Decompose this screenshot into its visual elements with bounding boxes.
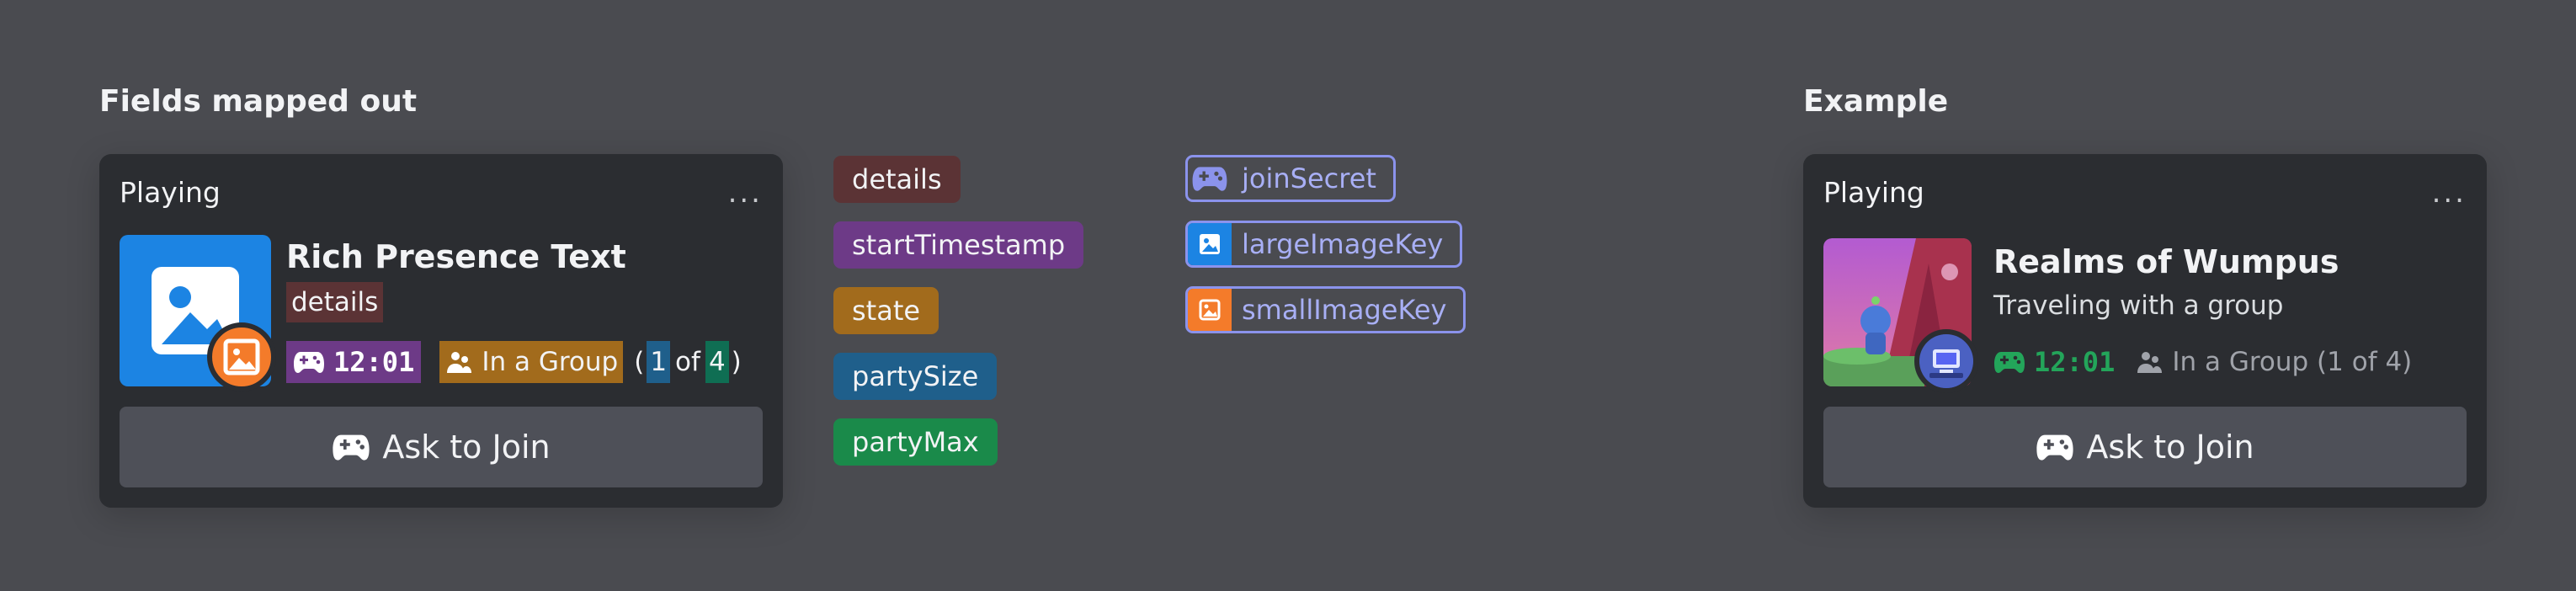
- gamepad-icon: [1994, 352, 2025, 373]
- party-size-field: 1: [647, 341, 671, 383]
- legend-join-secret: joinSecret: [1185, 155, 1396, 202]
- legend-small-image-key: smallImageKey: [1185, 286, 1466, 333]
- activity-name: Realms of Wumpus: [1993, 243, 2339, 280]
- state-field: In a Group: [439, 341, 624, 383]
- legend-party-size: partySize: [833, 353, 998, 400]
- party-open: (: [634, 347, 645, 377]
- timestamp-field: 12:01: [286, 341, 422, 383]
- legend-party-size-label: partySize: [852, 360, 979, 392]
- state-text: In a Group (1 of 4): [2172, 347, 2413, 377]
- card-label: Playing: [120, 176, 221, 209]
- example-heading: Example: [1803, 84, 1949, 119]
- legend-small-image-key-label: smallImageKey: [1242, 294, 1447, 326]
- legend-details-label: details: [852, 163, 942, 195]
- state-text: In a Group: [482, 347, 619, 377]
- mapped-heading: Fields mapped out: [99, 84, 418, 119]
- gamepad-icon: [2036, 434, 2073, 461]
- image-icon: [223, 338, 260, 375]
- legend-join-secret-label: joinSecret: [1242, 162, 1376, 194]
- ask-to-join-label: Ask to Join: [2086, 429, 2254, 466]
- details-field: details: [286, 282, 384, 322]
- timestamp-text: 12:01: [333, 346, 415, 378]
- timestamp: 12:01: [1993, 346, 2115, 378]
- image-icon: [1188, 223, 1232, 265]
- activity-name: Rich Presence Text: [286, 238, 626, 275]
- party-close: ): [731, 347, 742, 377]
- legend-state: state: [833, 287, 939, 334]
- party-max-field: 4: [705, 341, 729, 383]
- legend-party-max: partyMax: [833, 418, 998, 466]
- group-icon: [2137, 352, 2163, 373]
- example-activity-card: Playing ... Realms of Wumpus Traveling w…: [1803, 154, 2487, 508]
- small-image-badge: [207, 322, 276, 391]
- more-options-icon[interactable]: ...: [2432, 178, 2467, 207]
- activity-details: Traveling with a group: [1993, 290, 2284, 321]
- gamepad-icon: [333, 434, 370, 461]
- timestamp-text: 12:01: [2034, 346, 2116, 378]
- group-icon: [447, 352, 472, 373]
- gamepad-icon: [294, 352, 324, 373]
- mapped-activity-card: Playing ... Rich Presence Text details 1…: [99, 154, 783, 508]
- meta-row: 12:01 In a Group ( 1 of 4 ): [286, 341, 744, 383]
- legend-large-image-key: largeImageKey: [1185, 221, 1463, 268]
- wumpus-computer-icon: [1919, 334, 1973, 388]
- image-icon: [1188, 289, 1232, 331]
- legend-start-timestamp: startTimestamp: [833, 221, 1084, 269]
- small-image-badge: [1914, 329, 1978, 393]
- legend-large-image-key-label: largeImageKey: [1242, 228, 1444, 260]
- card-label: Playing: [1823, 176, 1924, 209]
- meta-row: 12:01 In a Group (1 of 4): [1993, 341, 2412, 383]
- legend-start-timestamp-label: startTimestamp: [852, 229, 1066, 261]
- party-state: In a Group (1 of 4): [2135, 347, 2412, 377]
- gamepad-icon: [1188, 157, 1232, 200]
- party-of: of: [675, 347, 700, 377]
- ask-to-join-label: Ask to Join: [382, 429, 551, 466]
- ask-to-join-button[interactable]: Ask to Join: [120, 407, 763, 487]
- legend-state-label: state: [852, 295, 921, 327]
- ask-to-join-button[interactable]: Ask to Join: [1823, 407, 2467, 487]
- activity-art: [1823, 238, 1978, 393]
- more-options-icon[interactable]: ...: [728, 178, 763, 207]
- legend-party-max-label: partyMax: [852, 426, 979, 458]
- activity-art: [120, 235, 276, 391]
- legend-details: details: [833, 156, 961, 203]
